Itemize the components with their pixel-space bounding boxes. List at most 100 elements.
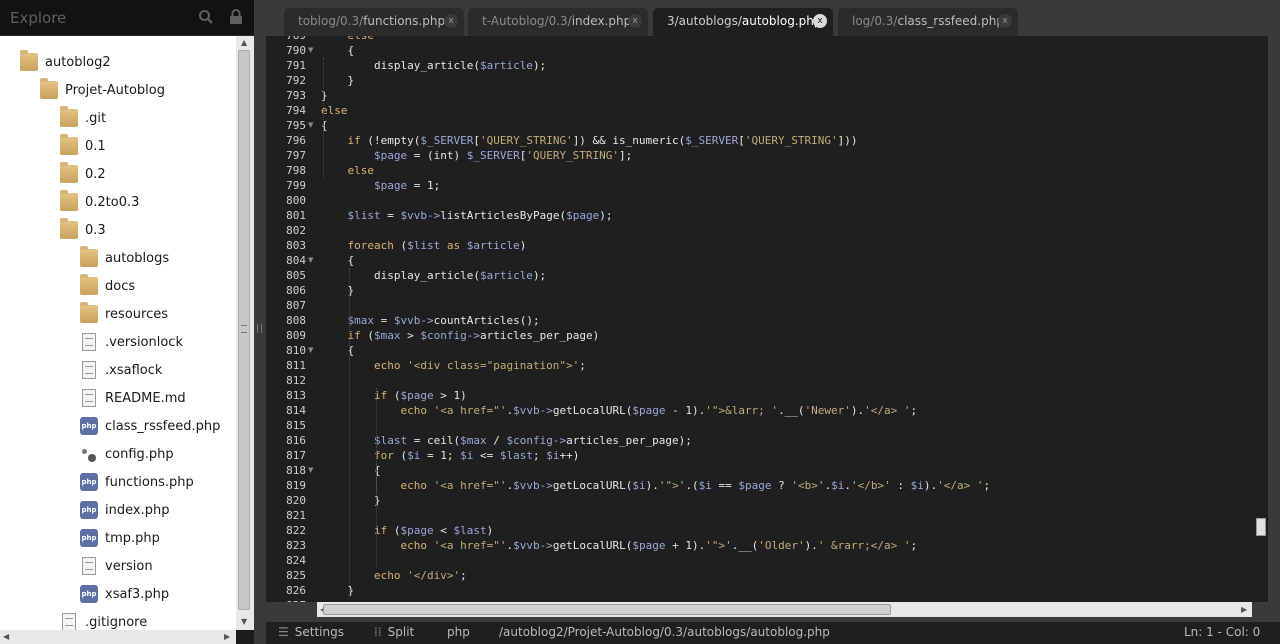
scroll-right-arrow-icon[interactable]: ▶ bbox=[1241, 605, 1247, 614]
split-icon: ⁞⁞ bbox=[374, 625, 382, 639]
editor-vertical-scrollbar[interactable] bbox=[1254, 36, 1268, 602]
tree-item-label: class_rssfeed.php bbox=[105, 418, 221, 434]
scroll-left-arrow-icon[interactable]: ◀ bbox=[3, 632, 9, 641]
list-icon: ☰ bbox=[278, 625, 289, 639]
editor-hscroll-thumb[interactable] bbox=[323, 604, 891, 615]
folder-icon bbox=[60, 190, 78, 211]
file-icon bbox=[82, 333, 96, 351]
line-number: 814 bbox=[286, 404, 306, 417]
tab-autoblog-php[interactable]: 3/autoblogs/autoblog.php x bbox=[653, 8, 833, 36]
close-icon[interactable]: x bbox=[998, 14, 1012, 28]
tree-folder[interactable]: 0.1 bbox=[60, 132, 106, 160]
explorer-search-bar bbox=[0, 0, 254, 36]
sidebar-scroll-thumb[interactable] bbox=[238, 50, 250, 610]
code-line: { bbox=[321, 119, 328, 132]
tree-item-label: autoblog2 bbox=[45, 54, 111, 70]
php-file-icon: php bbox=[80, 417, 98, 435]
file-icon bbox=[82, 557, 96, 575]
tree-file[interactable]: .xsaflock bbox=[80, 356, 162, 384]
line-number: 811 bbox=[286, 359, 306, 372]
tab-index-php[interactable]: t-Autoblog/0.3/index.php x bbox=[468, 8, 648, 36]
language-selector[interactable]: php bbox=[447, 625, 470, 639]
tree-file[interactable]: version bbox=[80, 552, 153, 580]
tree-folder[interactable]: autoblog2 bbox=[20, 48, 111, 76]
line-number: 818 bbox=[286, 464, 306, 477]
tab-bar: toblog/0.3/functions.php x t-Autoblog/0.3/… bbox=[266, 0, 1280, 36]
folder-icon bbox=[80, 302, 98, 323]
fold-arrow-icon[interactable]: ▼ bbox=[308, 343, 313, 358]
code-line: $max = $vvb->countArticles(); bbox=[347, 314, 540, 327]
line-number: 799 bbox=[286, 179, 306, 192]
tree-folder[interactable]: .git bbox=[60, 104, 106, 132]
code-editor[interactable]: 789790▼791792793794795▼79679779879980080… bbox=[266, 36, 1254, 602]
tree-folder[interactable]: 0.2 bbox=[60, 160, 106, 188]
tree-file[interactable]: php tmp.php bbox=[80, 524, 160, 552]
tree-folder[interactable]: Projet-Autoblog bbox=[40, 76, 165, 104]
tree-file[interactable]: .gitignore bbox=[60, 608, 147, 630]
sidebar-scrollbar[interactable]: ▲ ▼ bbox=[236, 36, 254, 630]
code-line: if ($page < $last) bbox=[373, 524, 494, 537]
code-line: display_article($article); bbox=[321, 269, 547, 282]
scroll-right-arrow-icon[interactable]: ▶ bbox=[224, 632, 230, 641]
code-line: if ($page > 1) bbox=[373, 389, 467, 402]
tree-item-label: docs bbox=[105, 278, 136, 294]
close-icon[interactable]: x bbox=[813, 14, 827, 28]
tree-file[interactable]: php functions.php bbox=[80, 468, 194, 496]
search-icon[interactable] bbox=[198, 9, 214, 29]
tree-folder[interactable]: docs bbox=[80, 272, 135, 300]
tree-folder[interactable]: autoblogs bbox=[80, 244, 169, 272]
code-line: } bbox=[321, 494, 381, 507]
line-number-gutter: 789790▼791792793794795▼79679779879980080… bbox=[266, 36, 316, 602]
scroll-up-arrow-icon[interactable]: ▲ bbox=[241, 38, 247, 47]
code-line: else bbox=[347, 164, 375, 177]
sidebar-horizontal-scrollbar[interactable]: ◀ ▶ bbox=[0, 630, 236, 644]
php-file-icon: php bbox=[80, 501, 98, 519]
explorer-search-input[interactable] bbox=[4, 6, 184, 30]
tree-folder[interactable]: resources bbox=[80, 300, 168, 328]
tree-item-label: xsaf3.php bbox=[105, 586, 170, 602]
tree-file[interactable]: php index.php bbox=[80, 496, 169, 524]
file-icon bbox=[82, 389, 96, 407]
config-file-icon bbox=[80, 445, 98, 463]
close-icon[interactable]: x bbox=[444, 14, 458, 28]
tree-file[interactable]: README.md bbox=[80, 384, 186, 412]
line-number: 790 bbox=[286, 44, 306, 57]
tree-file[interactable]: .versionlock bbox=[80, 328, 183, 356]
grip-icon bbox=[241, 325, 247, 333]
fold-arrow-icon[interactable]: ▼ bbox=[308, 253, 313, 268]
tree-file[interactable]: php class_rssfeed.php bbox=[80, 412, 220, 440]
editor-scroll-thumb[interactable] bbox=[1256, 518, 1266, 536]
folder-icon bbox=[60, 218, 78, 239]
close-icon[interactable]: x bbox=[628, 14, 642, 28]
code-area[interactable]: else { display_article($article); }} else… bbox=[321, 36, 1254, 602]
editor-horizontal-scrollbar[interactable]: ◀ ▶ bbox=[317, 602, 1252, 617]
tree-folder[interactable]: 0.2to0.3 bbox=[60, 188, 139, 216]
explorer-sidebar: autoblog2 Projet-Autoblog .git 0.1 0.2 0.2to0… bbox=[0, 0, 254, 644]
code-line: echo '<div class="pagination">'; bbox=[373, 359, 586, 372]
lock-icon[interactable] bbox=[229, 9, 243, 29]
tree-file[interactable]: php xsaf3.php bbox=[80, 580, 169, 608]
scroll-down-arrow-icon[interactable]: ▼ bbox=[241, 617, 247, 626]
tab-class-rssfeed-php[interactable]: log/0.3/class_rssfeed.php x bbox=[838, 8, 1018, 36]
tree-item-label: Projet-Autoblog bbox=[65, 82, 165, 98]
fold-arrow-icon[interactable]: ▼ bbox=[308, 463, 313, 478]
sidebar-splitter[interactable] bbox=[254, 0, 266, 644]
line-number: 797 bbox=[286, 149, 306, 162]
fold-arrow-icon[interactable]: ▼ bbox=[308, 43, 313, 58]
tab-functions-php[interactable]: toblog/0.3/functions.php x bbox=[284, 8, 464, 36]
line-number: 823 bbox=[286, 539, 306, 552]
split-button[interactable]: ⁞⁞ Split bbox=[374, 625, 414, 639]
code-line: if (!empty($_SERVER['QUERY_STRING']) && … bbox=[347, 134, 858, 147]
line-number: 792 bbox=[286, 74, 306, 87]
line-number: 816 bbox=[286, 434, 306, 447]
right-splitter[interactable] bbox=[1268, 36, 1280, 602]
fold-arrow-icon[interactable]: ▼ bbox=[308, 118, 313, 133]
line-number: 824 bbox=[286, 554, 306, 567]
line-number: 809 bbox=[286, 329, 306, 342]
tab-path-prefix: toblog/0.3/ bbox=[298, 14, 364, 28]
tree-file[interactable]: config.php bbox=[80, 440, 174, 468]
settings-button[interactable]: ☰ Settings bbox=[278, 625, 344, 639]
tree-folder[interactable]: 0.3 bbox=[60, 216, 106, 244]
file-path: /autoblog2/Projet-Autoblog/0.3/autoblogs… bbox=[499, 625, 830, 639]
tree-item-label: .gitignore bbox=[85, 614, 148, 630]
